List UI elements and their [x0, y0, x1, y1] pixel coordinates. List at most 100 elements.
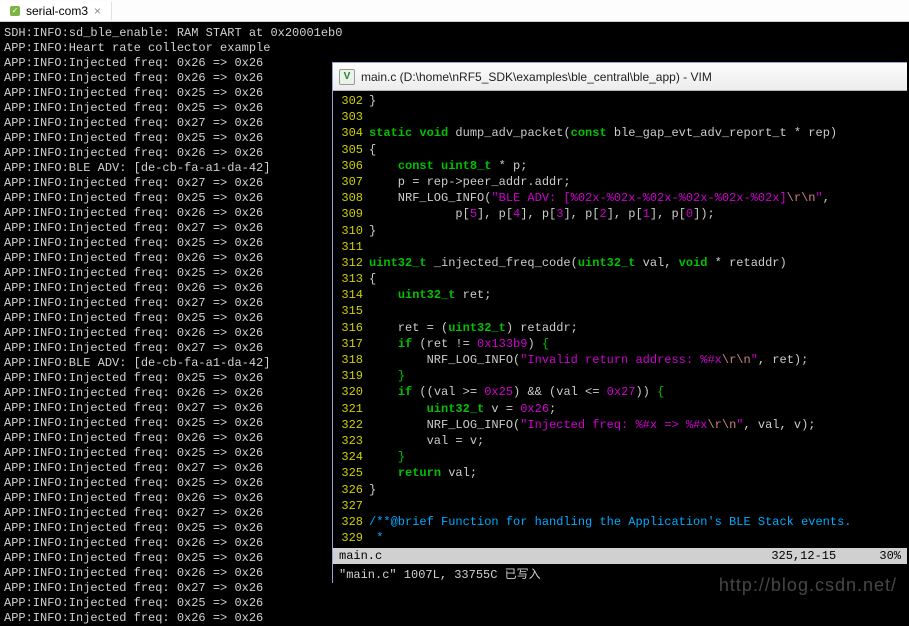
line-number: 307	[335, 174, 369, 190]
line-number: 310	[335, 223, 369, 239]
code-line: 319 }	[335, 368, 905, 384]
line-number: 306	[335, 158, 369, 174]
code-text: }	[369, 93, 905, 109]
status-position: 325,12-15	[771, 549, 836, 563]
line-number: 312	[335, 255, 369, 271]
vim-titlebar[interactable]: V main.c (D:\home\nRF5_SDK\examples\ble_…	[333, 63, 907, 91]
tab-icon: ✓	[10, 6, 20, 16]
code-text: }	[369, 482, 905, 498]
line-number: 329	[335, 530, 369, 546]
code-line: 316 ret = (uint32_t) retaddr;	[335, 320, 905, 336]
code-line: 306 const uint8_t * p;	[335, 158, 905, 174]
terminal-line: APP:INFO:Injected freq: 0x25 => 0x26	[4, 596, 905, 611]
code-text: /**@brief Function for handling the Appl…	[369, 514, 905, 530]
code-line: 305{	[335, 142, 905, 158]
tab-serial[interactable]: ✓ serial-com3 ×	[0, 2, 112, 20]
line-number: 311	[335, 239, 369, 255]
code-line: 320 if ((val >= 0x25) && (val <= 0x27)) …	[335, 384, 905, 400]
line-number: 316	[335, 320, 369, 336]
line-number: 315	[335, 303, 369, 319]
code-text	[369, 498, 905, 514]
code-line: 326}	[335, 482, 905, 498]
line-number: 324	[335, 449, 369, 465]
code-line: 327	[335, 498, 905, 514]
line-number: 323	[335, 433, 369, 449]
code-text: p = rep->peer_addr.addr;	[369, 174, 905, 190]
code-text: return val;	[369, 465, 905, 481]
code-text: static void dump_adv_packet(const ble_ga…	[369, 125, 905, 141]
code-line: 310}	[335, 223, 905, 239]
tab-bar: ✓ serial-com3 ×	[0, 0, 909, 22]
code-text	[369, 109, 905, 125]
line-number: 322	[335, 417, 369, 433]
code-line: 312uint32_t _injected_freq_code(uint32_t…	[335, 255, 905, 271]
code-text	[369, 239, 905, 255]
code-text: uint32_t ret;	[369, 287, 905, 303]
code-line: 307 p = rep->peer_addr.addr;	[335, 174, 905, 190]
line-number: 305	[335, 142, 369, 158]
code-line: 323 val = v;	[335, 433, 905, 449]
line-number: 328	[335, 514, 369, 530]
code-line: 315	[335, 303, 905, 319]
line-number: 318	[335, 352, 369, 368]
code-text: val = v;	[369, 433, 905, 449]
code-text: ret = (uint32_t) retaddr;	[369, 320, 905, 336]
line-number: 317	[335, 336, 369, 352]
code-line: 313{	[335, 271, 905, 287]
code-text: if ((val >= 0x25) && (val <= 0x27)) {	[369, 384, 905, 400]
line-number: 303	[335, 109, 369, 125]
line-number: 302	[335, 93, 369, 109]
code-line: 308 NRF_LOG_INFO("BLE ADV: [%02x-%02x-%0…	[335, 190, 905, 206]
terminal-line: APP:INFO:Heart rate collector example	[4, 41, 905, 56]
code-text: }	[369, 449, 905, 465]
vim-cmdline[interactable]: "main.c" 1007L, 33755C 已写入	[333, 564, 907, 583]
code-line: 329 *	[335, 530, 905, 546]
code-text: uint32_t v = 0x26;	[369, 401, 905, 417]
vim-editor[interactable]: 302}303304static void dump_adv_packet(co…	[333, 91, 907, 548]
line-number: 308	[335, 190, 369, 206]
code-text: }	[369, 223, 905, 239]
line-number: 314	[335, 287, 369, 303]
line-number: 326	[335, 482, 369, 498]
tab-close-icon[interactable]: ×	[94, 4, 101, 18]
terminal-line: SDH:INFO:sd_ble_enable: RAM START at 0x2…	[4, 26, 905, 41]
code-text: NRF_LOG_INFO("BLE ADV: [%02x-%02x-%02x-%…	[369, 190, 905, 206]
code-line: 317 if (ret != 0x133b9) {	[335, 336, 905, 352]
code-line: 328/**@brief Function for handling the A…	[335, 514, 905, 530]
vim-icon: V	[339, 69, 355, 85]
terminal-line: APP:INFO:Injected freq: 0x27 => 0x26	[4, 581, 905, 596]
vim-statusline: main.c 325,12-15 30%	[333, 548, 907, 564]
line-number: 320	[335, 384, 369, 400]
code-line: 321 uint32_t v = 0x26;	[335, 401, 905, 417]
code-line: 314 uint32_t ret;	[335, 287, 905, 303]
code-text	[369, 303, 905, 319]
code-text: uint32_t _injected_freq_code(uint32_t va…	[369, 255, 905, 271]
line-number: 309	[335, 206, 369, 222]
line-number: 327	[335, 498, 369, 514]
line-number: 325	[335, 465, 369, 481]
code-line: 325 return val;	[335, 465, 905, 481]
code-line: 303	[335, 109, 905, 125]
status-filename: main.c	[339, 549, 382, 563]
line-number: 313	[335, 271, 369, 287]
code-text: const uint8_t * p;	[369, 158, 905, 174]
tab-title: serial-com3	[26, 4, 88, 18]
code-text: *	[369, 530, 905, 546]
code-text: {	[369, 142, 905, 158]
vim-title-text: main.c (D:\home\nRF5_SDK\examples\ble_ce…	[361, 70, 712, 84]
code-text: p[5], p[4], p[3], p[2], p[1], p[0]);	[369, 206, 905, 222]
code-line: 302}	[335, 93, 905, 109]
code-line: 309 p[5], p[4], p[3], p[2], p[1], p[0]);	[335, 206, 905, 222]
code-line: 324 }	[335, 449, 905, 465]
code-line: 318 NRF_LOG_INFO("Invalid return address…	[335, 352, 905, 368]
status-percent: 30%	[879, 549, 901, 563]
code-line: 304static void dump_adv_packet(const ble…	[335, 125, 905, 141]
code-text: NRF_LOG_INFO("Injected freq: %#x => %#x\…	[369, 417, 905, 433]
vim-window[interactable]: V main.c (D:\home\nRF5_SDK\examples\ble_…	[332, 62, 907, 583]
line-number: 321	[335, 401, 369, 417]
code-line: 311	[335, 239, 905, 255]
code-line: 322 NRF_LOG_INFO("Injected freq: %#x => …	[335, 417, 905, 433]
code-text: NRF_LOG_INFO("Invalid return address: %#…	[369, 352, 905, 368]
line-number: 319	[335, 368, 369, 384]
code-text: }	[369, 368, 905, 384]
